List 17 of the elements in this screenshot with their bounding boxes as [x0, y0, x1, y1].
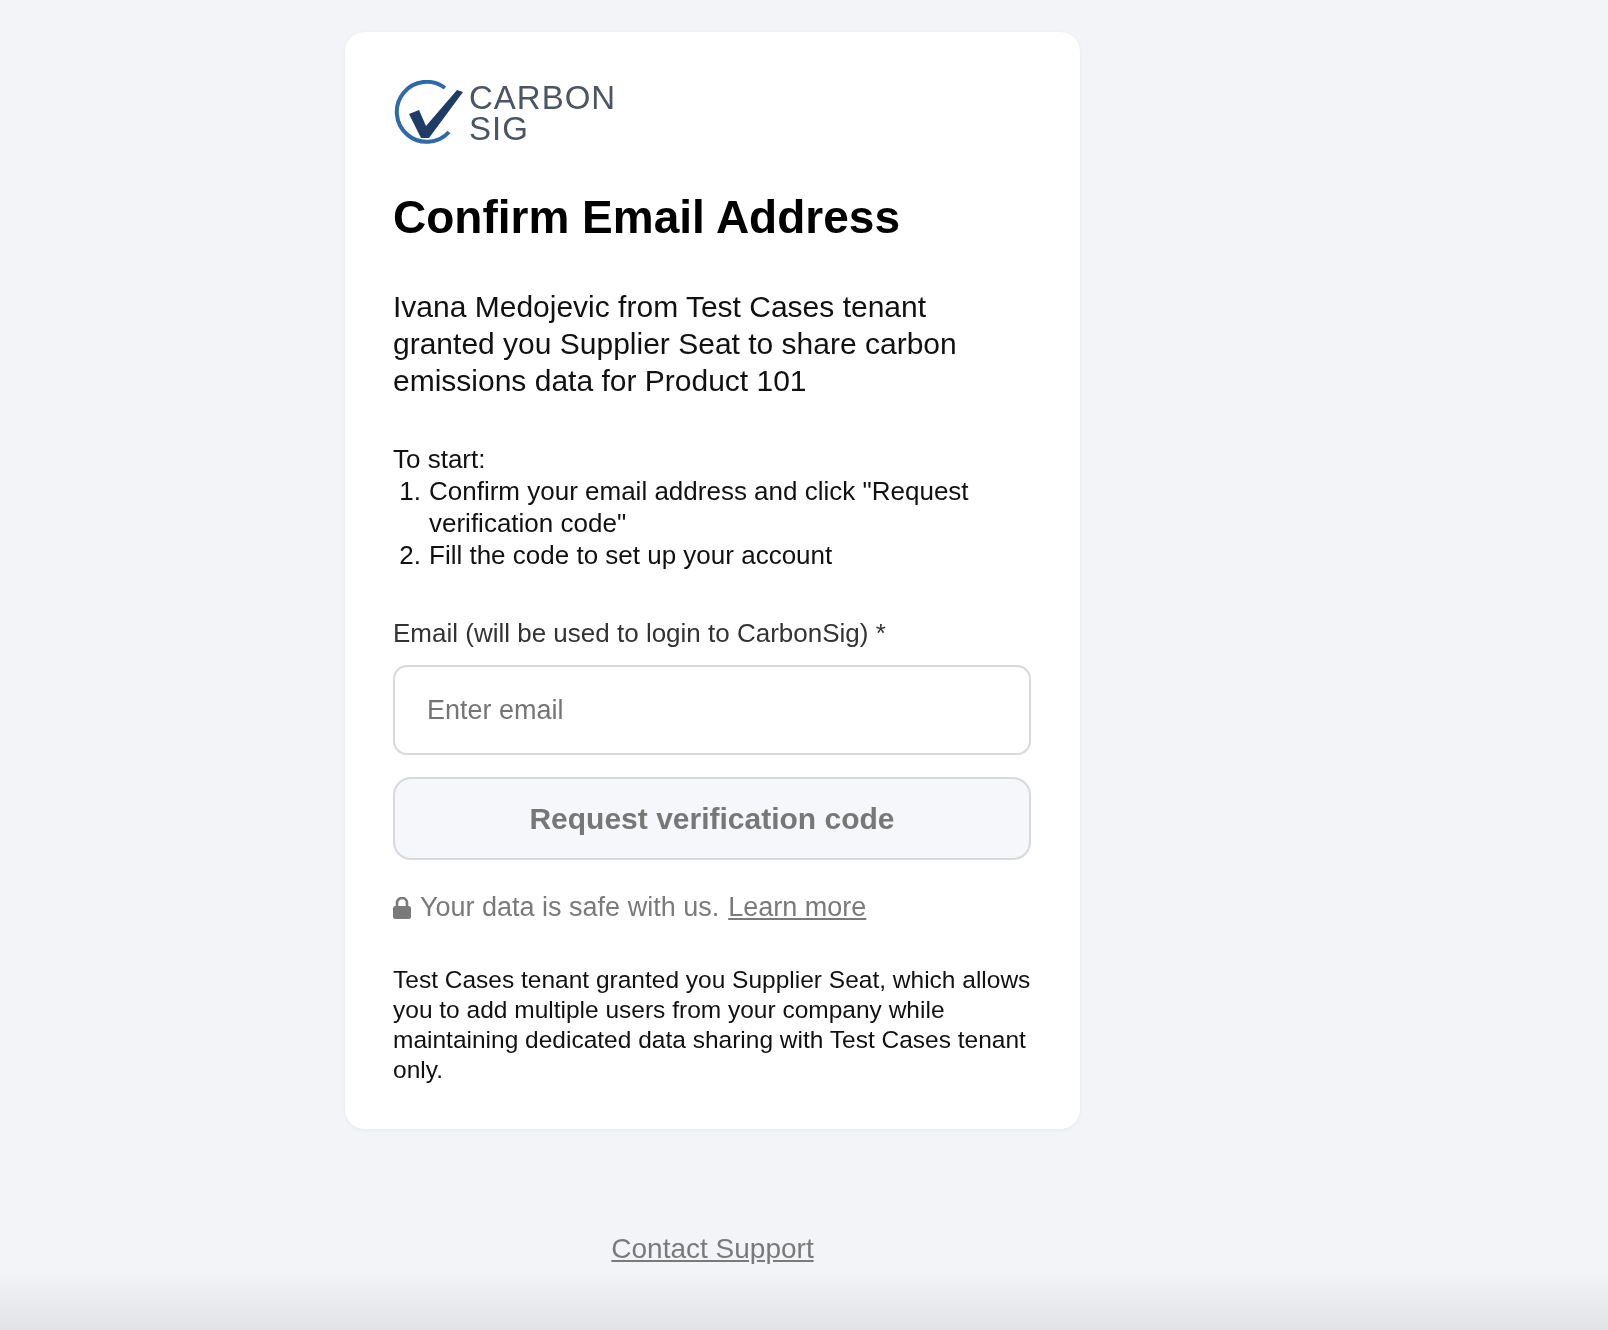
contact-support-link[interactable]: Contact Support: [611, 1233, 814, 1264]
email-field[interactable]: Enter email: [393, 665, 1031, 755]
lock-icon: [393, 896, 411, 919]
logo-text: SIG: [469, 113, 529, 144]
learn-more-link[interactable]: Learn more: [728, 892, 867, 923]
field-label: Email (will be used to login to CarbonSig) *: [393, 617, 886, 649]
safety-note: Your data is safe with us.: [420, 892, 720, 923]
steps-heading: To start:: [393, 443, 486, 475]
logo-text: CARBON: [469, 82, 617, 113]
step-number: 2.: [398, 539, 422, 571]
intro-text: Ivana Medojevic from Test Cases tenant granted you Supplier Seat to share carbon emissions data for Product 101: [393, 289, 958, 399]
checkmark-logo-icon: [393, 80, 465, 146]
footnote-text: Test Cases tenant granted you Supplier Seat, which allows you to add multiple users from your company while maintaining dedicated data sharing with Test Cases tenant only.: [393, 965, 1031, 1085]
step-number: 1.: [398, 475, 422, 508]
page-title: Confirm Email Address: [393, 190, 900, 244]
step-text: Confirm your email address and click "Request verification code": [429, 475, 970, 539]
step-text: Fill the code to set up your account: [429, 539, 833, 571]
